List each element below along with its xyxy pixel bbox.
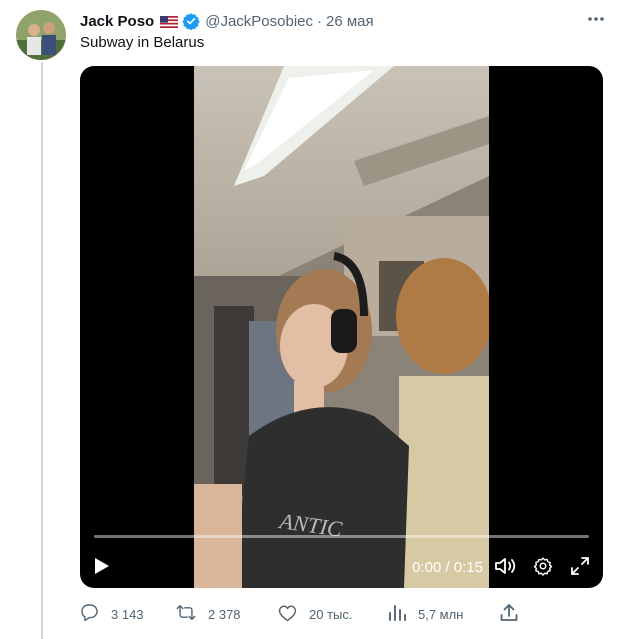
video-player[interactable]: ANTIC 0:00 / 0:15 bbox=[80, 66, 603, 588]
share-icon bbox=[500, 603, 530, 625]
volume-icon[interactable] bbox=[493, 555, 517, 577]
tweet-actions: 3 143 2 378 20 тыс. 5,7 млн bbox=[80, 602, 520, 626]
retweet-icon bbox=[176, 603, 208, 625]
reply-count: 3 143 bbox=[111, 606, 144, 622]
video-frame: ANTIC bbox=[194, 66, 489, 588]
more-icon[interactable] bbox=[584, 8, 608, 30]
fullscreen-icon[interactable] bbox=[569, 555, 591, 577]
avatar[interactable] bbox=[16, 10, 66, 60]
reply-icon bbox=[80, 603, 111, 625]
share-button[interactable] bbox=[500, 602, 530, 626]
verified-icon bbox=[182, 12, 200, 31]
settings-icon[interactable] bbox=[532, 555, 554, 577]
thread-line bbox=[41, 62, 43, 639]
like-icon bbox=[278, 604, 309, 625]
retweet-count: 2 378 bbox=[208, 606, 241, 622]
author-handle[interactable]: @JackPosobiec bbox=[205, 13, 313, 30]
views-icon bbox=[388, 604, 418, 625]
author-name[interactable]: Jack Poso bbox=[80, 13, 154, 30]
tweet-text: Subway in Belarus bbox=[80, 34, 205, 51]
like-button[interactable]: 20 тыс. bbox=[278, 602, 352, 626]
views-count: 5,7 млн bbox=[418, 606, 464, 622]
retweet-button[interactable]: 2 378 bbox=[176, 602, 241, 626]
like-count: 20 тыс. bbox=[309, 606, 353, 622]
video-time: 0:00 / 0:15 bbox=[412, 559, 483, 576]
reply-button[interactable]: 3 143 bbox=[80, 602, 144, 626]
tweet-date[interactable]: 26 мая bbox=[326, 13, 374, 30]
separator-dot: · bbox=[317, 12, 322, 30]
play-icon[interactable] bbox=[92, 556, 112, 576]
tweet-header: Jack Poso @JackPosobiec · 26 мая bbox=[80, 11, 374, 31]
us-flag-icon bbox=[160, 15, 179, 28]
video-controls: 0:00 / 0:15 bbox=[80, 538, 603, 588]
views-button[interactable]: 5,7 млн bbox=[388, 602, 463, 626]
